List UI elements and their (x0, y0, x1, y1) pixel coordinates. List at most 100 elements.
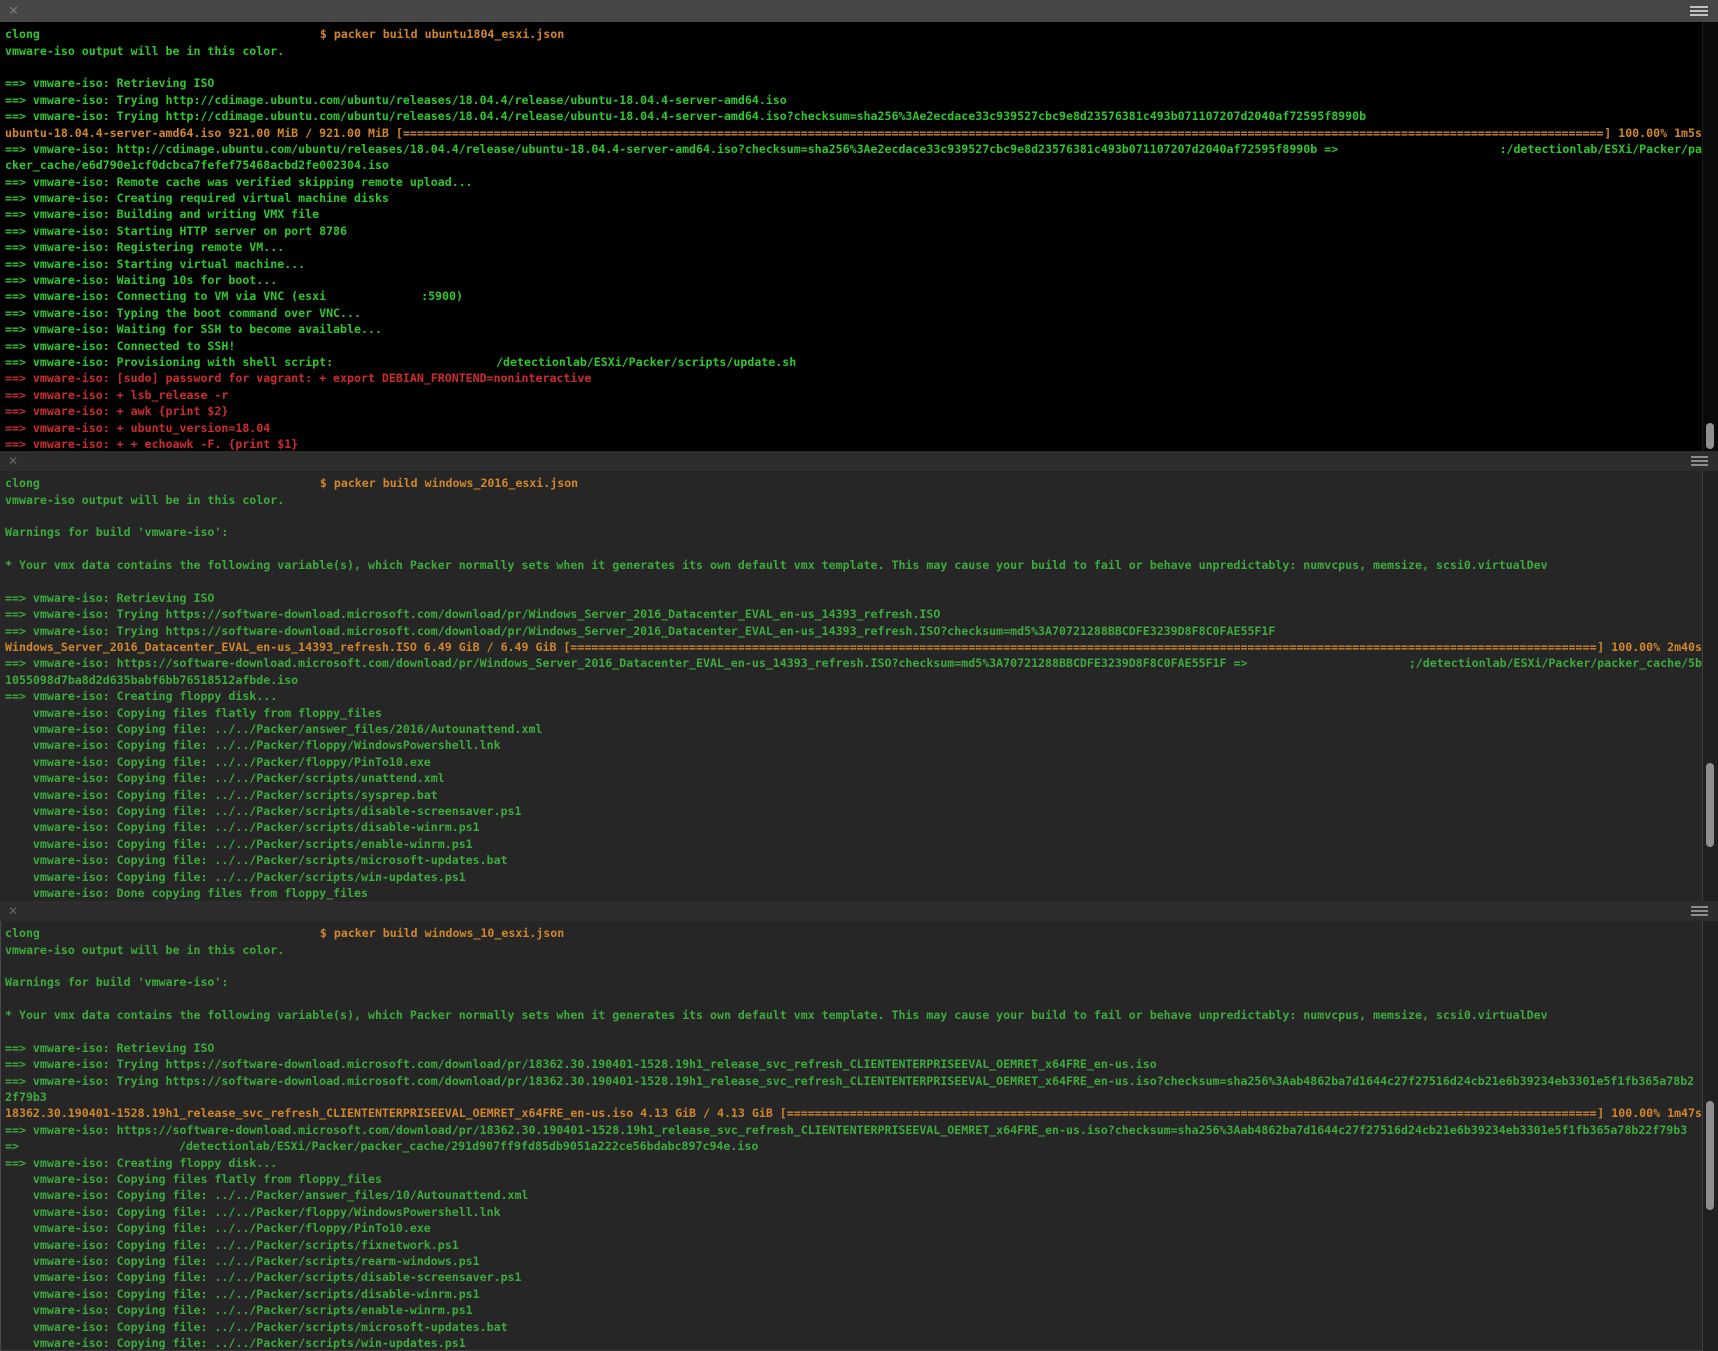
terminal-line: 1055098d7ba8d2d635babf6bb76518512afbde.i… (5, 672, 1702, 688)
terminal-line: vmware-iso: Copying file: ../../Packer/s… (5, 1236, 1702, 1252)
terminal-line: ==> vmware-iso: + ubuntu_version=18.04 (5, 419, 1702, 435)
terminal-multiplexer: ✕ clong$ packer build ubuntu1804_esxi.js… (0, 0, 1718, 1351)
terminal-line: Warnings for build 'vmware-iso': (5, 974, 1702, 990)
close-icon[interactable]: ✕ (8, 905, 18, 917)
terminal-line: clong$ packer build ubuntu1804_esxi.json (5, 26, 1702, 42)
terminal-line: vmware-iso: Copying file: ../../Packer/s… (5, 770, 1702, 786)
terminal-line: ==> vmware-iso: Waiting 10s for boot... (5, 272, 1702, 288)
terminal-pane-windows-2016-esxi: clong$ packer build windows_2016_esxi.js… (0, 471, 1718, 901)
terminal-line: vmware-iso: Copying files flatly from fl… (5, 704, 1702, 720)
scrollbar-track (1702, 471, 1718, 901)
terminal-line: ==> vmware-iso: http://cdimage.ubuntu.co… (5, 141, 1702, 157)
terminal-line: ==> vmware-iso: + lsb_release -r (5, 387, 1702, 403)
terminal-line (5, 1023, 1702, 1039)
terminal-line: ubuntu-18.04.4-server-amd64.iso 921.00 M… (5, 124, 1702, 140)
terminal-line: vmware-iso: Copying file: ../../Packer/s… (5, 819, 1702, 835)
scrollbar-track (1702, 921, 1718, 1351)
terminal-line: ==> vmware-iso: Trying http://cdimage.ub… (5, 108, 1702, 124)
terminal-line: ==> vmware-iso: Creating floppy disk... (5, 688, 1702, 704)
scrollbar-track (1702, 22, 1718, 451)
terminal-line: ==> vmware-iso: Starting virtual machine… (5, 255, 1702, 271)
terminal-line: Warnings for build 'vmware-iso': (5, 524, 1702, 540)
terminal-line: ==> vmware-iso: Creating required virtua… (5, 190, 1702, 206)
terminal-line (5, 958, 1702, 974)
terminal-line: clong$ packer build windows_2016_esxi.js… (5, 475, 1702, 491)
terminal-line (5, 59, 1702, 75)
terminal-line: ==> vmware-iso: Waiting for SSH to becom… (5, 321, 1702, 337)
terminal-line: vmware-iso: Copying file: ../../Packer/s… (5, 868, 1702, 884)
terminal-line: vmware-iso: Copying file: ../../Packer/f… (5, 737, 1702, 753)
scrollbar-thumb[interactable] (1706, 1101, 1714, 1210)
terminal-line: 18362.30.190401-1528.19h1_release_svc_re… (5, 1105, 1702, 1121)
terminal-line: Windows_Server_2016_Datacenter_EVAL_en-u… (5, 639, 1702, 655)
terminal-line: ==> vmware-iso: Trying https://software-… (5, 1056, 1702, 1072)
terminal-line: ==> vmware-iso: Creating floppy disk... (5, 1154, 1702, 1170)
pane-titlebar-ubuntu: ✕ (0, 0, 1718, 22)
terminal-line: vmware-iso: Copying file: ../../Packer/s… (5, 1302, 1702, 1318)
terminal-line: ==> vmware-iso: Retrieving ISO (5, 75, 1702, 91)
terminal-line: ==> vmware-iso: Connecting to VM via VNC… (5, 288, 1702, 304)
hamburger-menu-icon[interactable] (1691, 906, 1708, 916)
terminal-line: ==> vmware-iso: + awk {print $2} (5, 403, 1702, 419)
terminal-line: vmware-iso: Copying file: ../../Packer/s… (5, 852, 1702, 868)
terminal-line: vmware-iso: Copying file: ../../Packer/a… (5, 1187, 1702, 1203)
terminal-line: vmware-iso: Copying file: ../../Packer/s… (5, 1318, 1702, 1334)
close-icon[interactable]: ✕ (8, 455, 18, 467)
terminal-line: vmware-iso: Copying file: ../../Packer/s… (5, 1286, 1702, 1302)
terminal-line: clong$ packer build windows_10_esxi.json (5, 925, 1702, 941)
terminal-line: vmware-iso: Copying file: ../../Packer/f… (5, 1204, 1702, 1220)
terminal-line: ==> vmware-iso: Trying https://software-… (5, 623, 1702, 639)
hamburger-menu-icon[interactable] (1690, 6, 1708, 16)
terminal-line: vmware-iso output will be in this color. (5, 42, 1702, 58)
terminal-line: ==> vmware-iso: Remote cache was verifie… (5, 174, 1702, 190)
terminal-line: vmware-iso: Copying file: ../../Packer/s… (5, 836, 1702, 852)
terminal-line (5, 508, 1702, 524)
close-icon[interactable]: ✕ (8, 5, 19, 18)
terminal-pane-windows-10-esxi: clong$ packer build windows_10_esxi.json… (0, 921, 1718, 1351)
terminal-line: ==> vmware-iso: Trying https://software-… (5, 606, 1702, 622)
terminal-line: vmware-iso: Copying file: ../../Packer/s… (5, 1269, 1702, 1285)
terminal-line: ==> vmware-iso: + + echoawk -F. {print $… (5, 436, 1702, 451)
terminal-line: ==> vmware-iso: https://software-downloa… (5, 655, 1702, 671)
scrollbar-thumb[interactable] (1706, 763, 1714, 847)
terminal-line: ==> vmware-iso: [sudo] password for vagr… (5, 370, 1702, 386)
terminal-line: ==> vmware-iso: https://software-downloa… (5, 1122, 1702, 1138)
terminal-line: * Your vmx data contains the following v… (5, 557, 1702, 573)
terminal-line: ==> vmware-iso: Connected to SSH! (5, 337, 1702, 353)
terminal-line (5, 573, 1702, 589)
terminal-line: ==> vmware-iso: Building and writing VMX… (5, 206, 1702, 222)
terminal-line: vmware-iso: Copying file: ../../Packer/f… (5, 754, 1702, 770)
hamburger-menu-icon[interactable] (1691, 456, 1708, 466)
terminal-line: ==> vmware-iso: Starting HTTP server on … (5, 223, 1702, 239)
terminal-line: 2f79b3 (5, 1089, 1702, 1105)
terminal-line: vmware-iso: Copying file: ../../Packer/a… (5, 721, 1702, 737)
terminal-line: vmware-iso: Copying file: ../../Packer/s… (5, 1253, 1702, 1269)
terminal-line: vmware-iso: Copying file: ../../Packer/f… (5, 1220, 1702, 1236)
terminal-output: clong$ packer build windows_2016_esxi.js… (0, 471, 1718, 901)
terminal-line: ==> vmware-iso: Retrieving ISO (5, 590, 1702, 606)
terminal-line: vmware-iso: Copying file: ../../Packer/s… (5, 786, 1702, 802)
terminal-output: clong$ packer build windows_10_esxi.json… (0, 921, 1718, 1351)
terminal-line: =>/detectionlab/ESXi/Packer/packer_cache… (5, 1138, 1702, 1154)
terminal-line: ==> vmware-iso: Trying https://software-… (5, 1073, 1702, 1089)
scrollbar-thumb[interactable] (1706, 423, 1714, 449)
terminal-line: vmware-iso output will be in this color. (5, 941, 1702, 957)
terminal-line: ==> vmware-iso: Retrieving ISO (5, 1040, 1702, 1056)
terminal-line: ==> vmware-iso: Provisioning with shell … (5, 354, 1702, 370)
terminal-line: vmware-iso: Copying files flatly from fl… (5, 1171, 1702, 1187)
terminal-pane-ubuntu1804-esxi: clong$ packer build ubuntu1804_esxi.json… (0, 22, 1718, 451)
pane-titlebar-windows10: ✕ (0, 901, 1718, 921)
terminal-line: cker_cache/e6d790e1cf0dcbca7fefef75468ac… (5, 157, 1702, 173)
terminal-line: ==> vmware-iso: Registering remote VM... (5, 239, 1702, 255)
terminal-line (5, 991, 1702, 1007)
terminal-line: ==> vmware-iso: Trying http://cdimage.ub… (5, 92, 1702, 108)
terminal-line: vmware-iso: Copying file: ../../Packer/s… (5, 803, 1702, 819)
terminal-output: clong$ packer build ubuntu1804_esxi.json… (0, 22, 1718, 451)
terminal-line: vmware-iso output will be in this color. (5, 491, 1702, 507)
pane-titlebar-windows2016: ✕ (0, 451, 1718, 471)
terminal-line: vmware-iso: Done copying files from flop… (5, 885, 1702, 901)
terminal-line: vmware-iso: Copying file: ../../Packer/s… (5, 1335, 1702, 1351)
terminal-line: ==> vmware-iso: Typing the boot command … (5, 305, 1702, 321)
terminal-line (5, 541, 1702, 557)
terminal-line: * Your vmx data contains the following v… (5, 1007, 1702, 1023)
